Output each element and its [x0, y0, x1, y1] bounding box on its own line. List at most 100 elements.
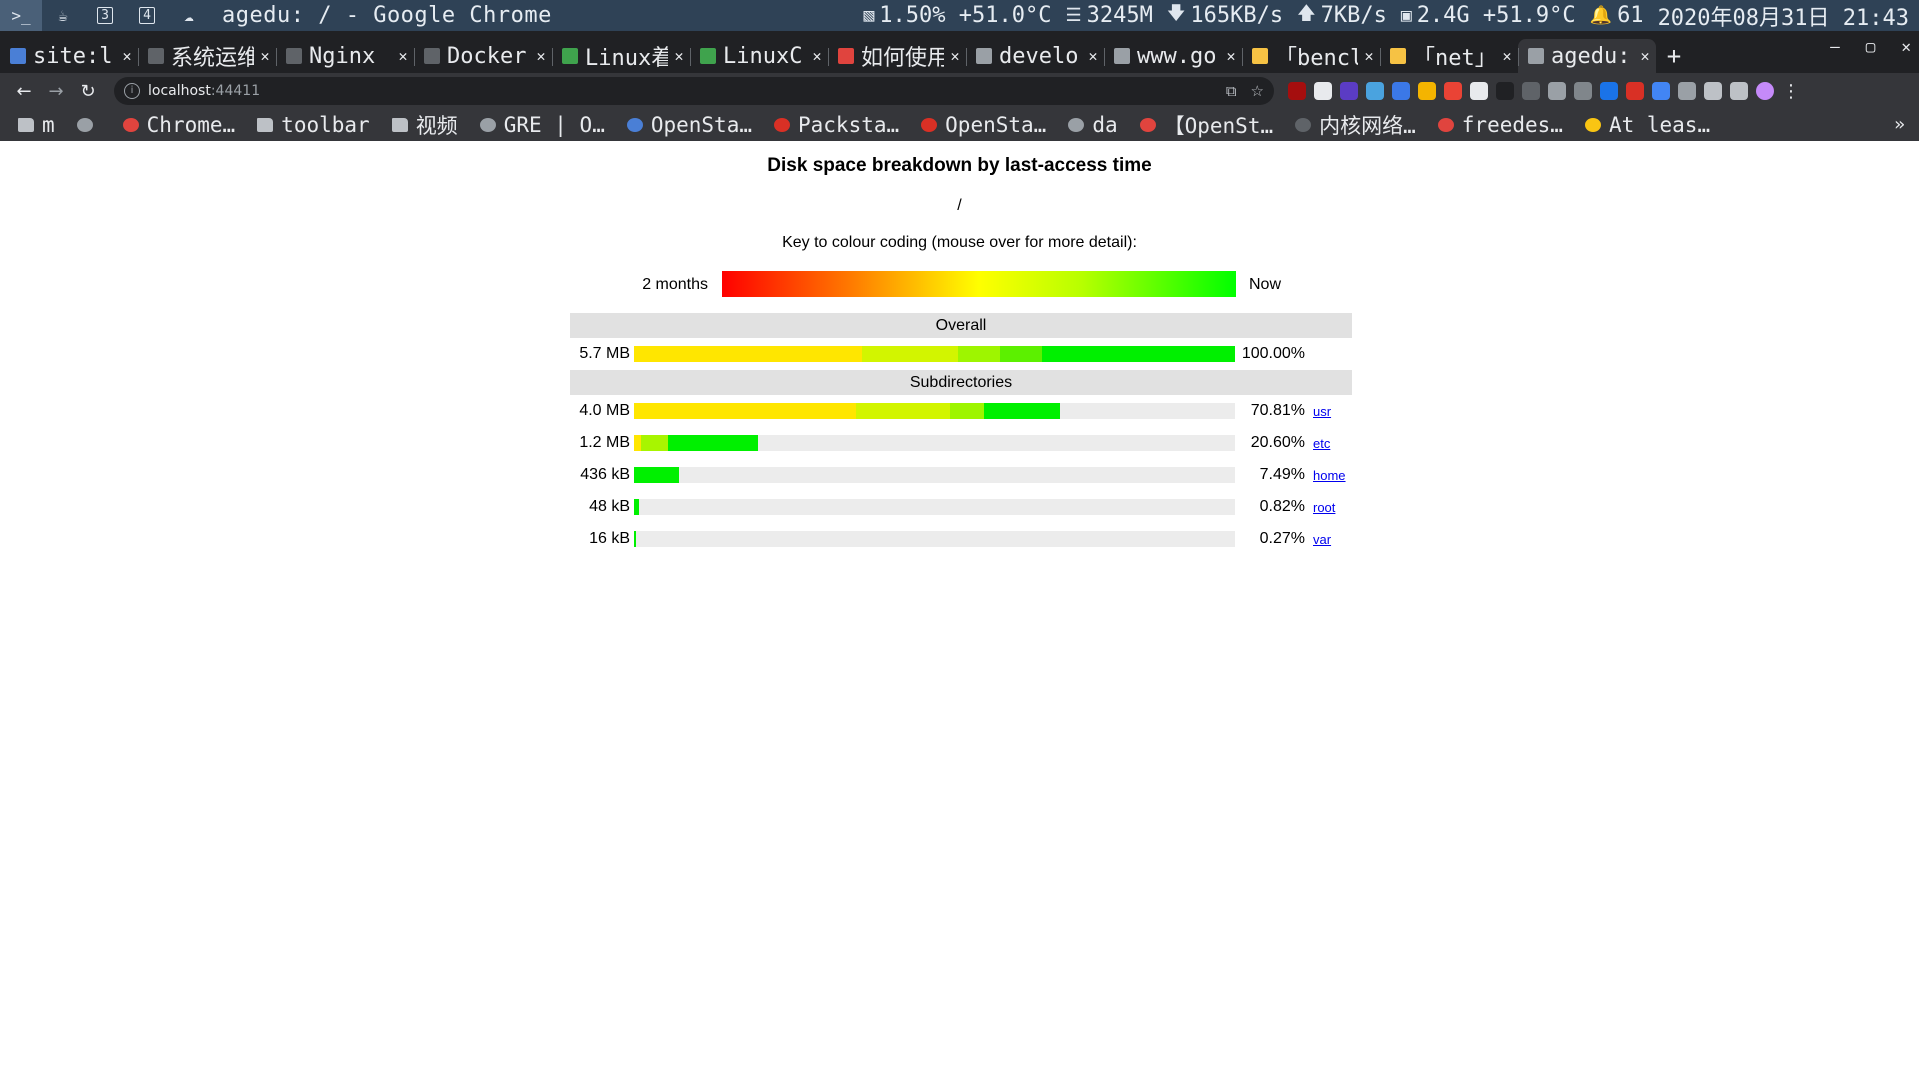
- puzzle-icon[interactable]: [1704, 82, 1722, 100]
- usage-bar-segment[interactable]: [641, 435, 668, 451]
- browser-tab[interactable]: 「bencl ✕: [1242, 39, 1380, 73]
- extension-icon[interactable]: [1548, 82, 1566, 100]
- reload-icon[interactable]: ↻: [72, 75, 104, 107]
- usage-bar-track[interactable]: [634, 499, 1235, 515]
- browser-tab[interactable]: agedu: ✕: [1518, 39, 1656, 73]
- usage-bar-segment[interactable]: [984, 403, 1060, 419]
- usage-bar-segment[interactable]: [862, 346, 958, 362]
- extension-icon[interactable]: [1470, 82, 1488, 100]
- close-tab-icon[interactable]: ✕: [1496, 47, 1518, 65]
- extension-icon[interactable]: [1340, 82, 1358, 100]
- browser-tab[interactable]: Docker ✕: [414, 39, 552, 73]
- bookmark-item[interactable]: At leas…: [1584, 113, 1710, 137]
- directory-link[interactable]: etc: [1313, 436, 1330, 451]
- color-gradient-bar[interactable]: [722, 271, 1236, 297]
- address-bar[interactable]: i localhost:44411 ⧉ ☆: [114, 77, 1274, 105]
- browser-tab[interactable]: 如何使用 ✕: [828, 39, 966, 73]
- usage-bar-segment[interactable]: [634, 403, 856, 419]
- close-tab-icon[interactable]: ✕: [1220, 47, 1242, 65]
- extension-icon[interactable]: [1392, 82, 1410, 100]
- usage-bar-segment[interactable]: [634, 435, 641, 451]
- new-tab-button[interactable]: +: [1656, 39, 1692, 73]
- usage-bar-segment[interactable]: [634, 346, 862, 362]
- extension-icon[interactable]: [1626, 82, 1644, 100]
- usage-bar-segment[interactable]: [634, 499, 639, 515]
- cloud-icon[interactable]: ☁: [168, 0, 210, 31]
- bookmark-item[interactable]: 内核网络…: [1295, 110, 1416, 140]
- bookmark-folder[interactable]: m: [18, 113, 55, 137]
- notifications-stat[interactable]: 🔔 61: [1590, 3, 1644, 28]
- usage-bar-segment[interactable]: [634, 467, 679, 483]
- browser-tab[interactable]: site:l ✕: [0, 39, 138, 73]
- translate-icon[interactable]: ⧉: [1226, 82, 1237, 100]
- directory-link[interactable]: home: [1313, 468, 1346, 483]
- bookmark-folder[interactable]: toolbar: [257, 113, 370, 137]
- usage-bar-segment[interactable]: [856, 403, 950, 419]
- close-window-icon[interactable]: ✕: [1901, 37, 1911, 56]
- avatar[interactable]: [1756, 82, 1774, 100]
- usage-bar-track[interactable]: [634, 346, 1235, 362]
- browser-tab[interactable]: LinuxC ✕: [690, 39, 828, 73]
- coffee-icon[interactable]: ☕: [42, 0, 84, 31]
- extension-icon[interactable]: [1652, 82, 1670, 100]
- media-controls-icon[interactable]: [1730, 82, 1748, 100]
- bookmark-item[interactable]: GRE | O…: [479, 113, 605, 137]
- extension-icon[interactable]: [1522, 82, 1540, 100]
- extension-icon[interactable]: [1444, 82, 1462, 100]
- close-tab-icon[interactable]: ✕: [392, 47, 414, 65]
- bookmark-item[interactable]: freedes…: [1437, 113, 1563, 137]
- usage-bar-segment[interactable]: [1000, 346, 1042, 362]
- bookmark-item[interactable]: Chrome…: [122, 113, 235, 137]
- browser-tab[interactable]: 系统运维 ✕: [138, 39, 276, 73]
- close-tab-icon[interactable]: ✕: [668, 47, 690, 65]
- back-arrow-icon[interactable]: ←: [8, 75, 40, 107]
- bookmark-item[interactable]: da: [1068, 113, 1118, 137]
- extension-icon[interactable]: [1678, 82, 1696, 100]
- usage-bar-track[interactable]: [634, 435, 1235, 451]
- bookmark-item[interactable]: [76, 118, 101, 132]
- close-tab-icon[interactable]: ✕: [1634, 47, 1656, 65]
- bookmark-star-icon[interactable]: ☆: [1251, 82, 1264, 100]
- bookmark-item[interactable]: Packsta…: [774, 113, 899, 137]
- browser-tab[interactable]: 「net」 ✕: [1380, 39, 1518, 73]
- usage-bar-segment[interactable]: [958, 346, 1000, 362]
- extension-icon[interactable]: [1314, 82, 1332, 100]
- close-tab-icon[interactable]: ✕: [944, 47, 966, 65]
- close-tab-icon[interactable]: ✕: [806, 47, 828, 65]
- forward-arrow-icon[interactable]: →: [40, 75, 72, 107]
- workspace-3-icon[interactable]: 3: [84, 0, 126, 31]
- bookmark-folder[interactable]: 视频: [391, 110, 458, 140]
- extension-icon[interactable]: [1574, 82, 1592, 100]
- directory-link[interactable]: var: [1313, 532, 1331, 547]
- usage-bar-track[interactable]: [634, 531, 1235, 547]
- close-tab-icon[interactable]: ✕: [530, 47, 552, 65]
- browser-tab[interactable]: www.go ✕: [1104, 39, 1242, 73]
- extension-icon[interactable]: [1418, 82, 1436, 100]
- chevron-right-icon[interactable]: »: [1894, 114, 1905, 135]
- usage-bar-track[interactable]: [634, 467, 1235, 483]
- bookmark-item[interactable]: OpenSta…: [626, 113, 752, 137]
- usage-bar-segment[interactable]: [634, 531, 636, 547]
- site-info-icon[interactable]: i: [124, 83, 140, 99]
- directory-link[interactable]: usr: [1313, 404, 1331, 419]
- terminal-icon[interactable]: >_: [0, 0, 42, 31]
- extension-icon[interactable]: [1496, 82, 1514, 100]
- extension-icon[interactable]: [1366, 82, 1384, 100]
- minimize-icon[interactable]: —: [1830, 37, 1840, 56]
- directory-link[interactable]: root: [1313, 500, 1335, 515]
- maximize-icon[interactable]: ▢: [1866, 37, 1876, 56]
- browser-tab[interactable]: develo ✕: [966, 39, 1104, 73]
- extension-icon[interactable]: [1600, 82, 1618, 100]
- close-tab-icon[interactable]: ✕: [254, 47, 276, 65]
- ublock-extension-icon[interactable]: [1288, 82, 1306, 100]
- browser-tab[interactable]: Nginx ✕: [276, 39, 414, 73]
- usage-bar-segment[interactable]: [950, 403, 984, 419]
- bookmark-item[interactable]: 【OpenSt…: [1139, 110, 1273, 140]
- close-tab-icon[interactable]: ✕: [1358, 47, 1380, 65]
- browser-tab[interactable]: Linux着 ✕: [552, 39, 690, 73]
- usage-bar-segment[interactable]: [668, 435, 758, 451]
- close-tab-icon[interactable]: ✕: [116, 47, 138, 65]
- usage-bar-segment[interactable]: [1042, 346, 1235, 362]
- close-tab-icon[interactable]: ✕: [1082, 47, 1104, 65]
- kebab-menu-icon[interactable]: ⋮: [1782, 81, 1800, 102]
